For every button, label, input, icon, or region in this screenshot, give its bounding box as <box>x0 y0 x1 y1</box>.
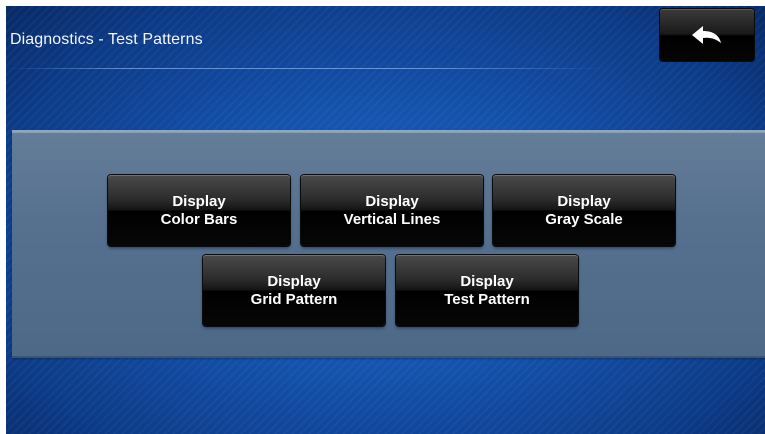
back-button[interactable] <box>660 9 754 61</box>
button-label-line2: Vertical Lines <box>343 210 441 228</box>
button-label-line1: Display <box>172 192 226 210</box>
display-grid-pattern-button[interactable]: Display Grid Pattern <box>203 255 385 326</box>
title-divider <box>6 68 606 69</box>
button-label-line2: Color Bars <box>160 210 238 228</box>
test-pattern-panel: Display Color Bars Display Vertical Line… <box>12 130 765 358</box>
display-test-pattern-button[interactable]: Display Test Pattern <box>396 255 578 326</box>
back-arrow-icon <box>692 26 721 44</box>
button-label-line1: Display <box>557 192 611 210</box>
button-label-line1: Display <box>267 272 321 290</box>
button-label-line1: Display <box>365 192 419 210</box>
display-color-bars-button[interactable]: Display Color Bars <box>108 175 290 246</box>
display-gray-scale-button[interactable]: Display Gray Scale <box>493 175 675 246</box>
button-label-line2: Test Pattern <box>444 290 530 308</box>
button-label-line2: Grid Pattern <box>250 290 338 308</box>
button-label-line1: Display <box>460 272 514 290</box>
button-label-line2: Gray Scale <box>545 210 623 228</box>
page-title: Diagnostics - Test Patterns <box>10 31 203 48</box>
display-vertical-lines-button[interactable]: Display Vertical Lines <box>301 175 483 246</box>
test-patterns-screen: Diagnostics - Test Patterns Display Colo… <box>6 6 765 434</box>
